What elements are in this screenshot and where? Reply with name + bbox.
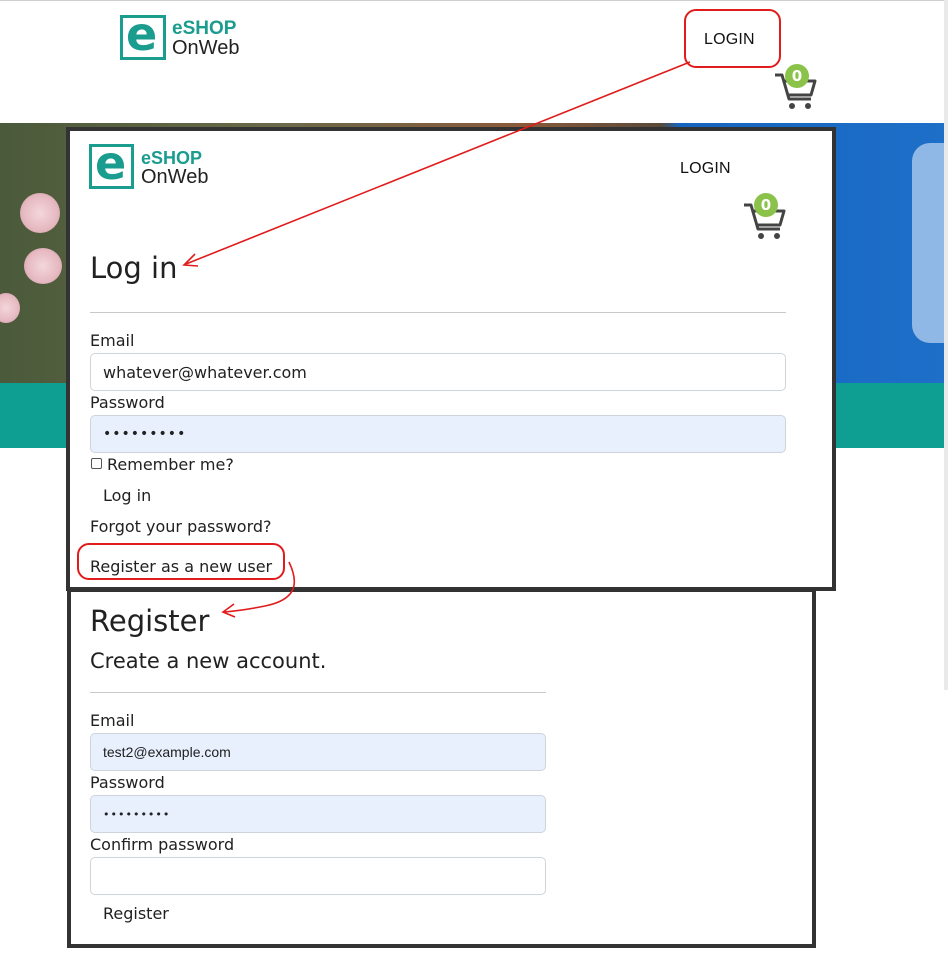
logo-text-eshop: eSHOP [172, 18, 237, 39]
logo-e-icon: e [95, 136, 127, 190]
login-panel-logo[interactable]: e eSHOP OnWeb [89, 140, 219, 190]
login-email-value: whatever@whatever.com [103, 362, 307, 382]
logo-text-onweb: OnWeb [172, 37, 240, 59]
cart-count-badge: 0 [754, 193, 778, 217]
site-logo[interactable]: e eSHOP OnWeb [120, 11, 250, 61]
login-password-input[interactable]: ••••••••• [90, 415, 786, 453]
header-cart-button[interactable]: 0 [773, 64, 819, 112]
cart-count-badge: 0 [785, 64, 809, 88]
hero-flower [24, 248, 62, 284]
login-title: Log in [90, 251, 178, 285]
logo-e-icon: e [126, 7, 158, 61]
login-callout [684, 9, 781, 68]
login-email-input[interactable]: whatever@whatever.com [90, 353, 786, 391]
login-email-label: Email [90, 331, 135, 350]
login-divider [90, 312, 786, 313]
confirm-password-label: Confirm password [90, 835, 235, 854]
hero-tshirt-image [912, 143, 944, 343]
top-border [0, 0, 948, 1]
register-link-callout [77, 543, 285, 580]
register-divider [90, 692, 546, 693]
register-password-input[interactable]: ••••••••• [90, 795, 546, 833]
login-password-value: ••••••••• [103, 426, 187, 442]
register-subtitle: Create a new account. [90, 649, 327, 673]
scrollbar-track[interactable] [944, 0, 948, 690]
hero-flower [20, 193, 60, 233]
login-panel-login-link[interactable]: LOGIN [680, 160, 731, 178]
remember-me-checkbox[interactable] [91, 458, 102, 469]
register-title: Register [90, 604, 210, 638]
remember-me-label[interactable]: Remember me? [107, 455, 234, 474]
logo-text-onweb: OnWeb [141, 166, 209, 188]
login-panel-cart-button[interactable]: 0 [742, 193, 788, 242]
confirm-password-input[interactable] [90, 857, 546, 895]
register-password-label: Password [90, 773, 165, 792]
forgot-password-link[interactable]: Forgot your password? [90, 517, 272, 536]
register-password-value: ••••••••• [103, 807, 171, 821]
login-submit-button[interactable]: Log in [103, 486, 151, 505]
register-submit-button[interactable]: Register [103, 904, 169, 923]
register-email-label: Email [90, 711, 135, 730]
register-email-value: test2@example.com [103, 744, 231, 760]
login-password-label: Password [90, 393, 165, 412]
logo-text-eshop: eSHOP [141, 148, 203, 168]
register-email-input[interactable]: test2@example.com [90, 733, 546, 771]
